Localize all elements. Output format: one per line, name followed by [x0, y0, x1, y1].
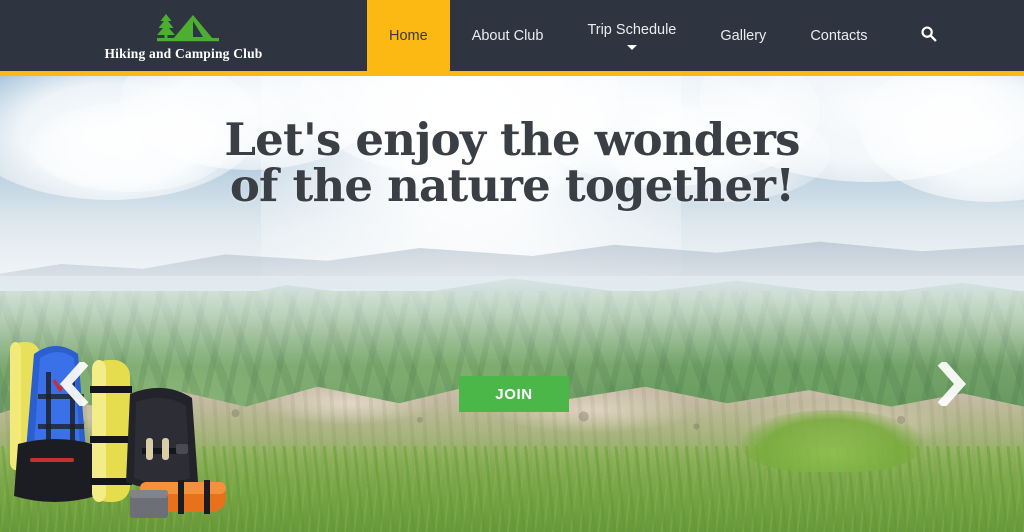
nav-item-label: Home [389, 27, 428, 44]
nav-item-label: Contacts [810, 27, 868, 44]
chevron-down-icon [626, 44, 637, 50]
slider-prev-button[interactable] [52, 359, 96, 412]
site-header: Hiking and Camping Club Home About Club … [0, 0, 1024, 76]
hero-heading: Let's enjoy the wonders of the nature to… [0, 113, 1024, 213]
site-logo[interactable]: Hiking and Camping Club [0, 0, 367, 71]
nav-item-label: Trip Schedule [587, 21, 677, 38]
hero-heading-line-1: Let's enjoy the wonders [224, 113, 800, 166]
join-button[interactable]: JOIN [459, 376, 569, 412]
nav-item-label: Gallery [720, 27, 767, 44]
search-button[interactable] [890, 0, 955, 71]
page-root: Hiking and Camping Club Home About Club … [0, 0, 1024, 532]
slider-next-button[interactable] [930, 359, 974, 412]
backpacks-photo-element [0, 332, 244, 532]
chevron-left-icon [59, 359, 89, 411]
nav-item-home[interactable]: Home [367, 0, 450, 71]
nav-item-gallery[interactable]: Gallery [698, 0, 788, 71]
tent-and-pine-tree-icon [141, 11, 227, 43]
brand-name: Hiking and Camping Club [104, 46, 263, 61]
main-navigation: Home About Club Trip Schedule Gallery Co… [367, 0, 955, 71]
foreground-bush [742, 410, 922, 472]
nav-item-label: About Club [471, 27, 544, 44]
nav-item-about-club[interactable]: About Club [450, 0, 566, 71]
hero-slider: Let's enjoy the wonders of the nature to… [0, 76, 1024, 532]
nav-item-contacts[interactable]: Contacts [788, 0, 889, 71]
nav-item-trip-schedule[interactable]: Trip Schedule [565, 0, 698, 71]
chevron-right-icon [937, 359, 967, 411]
hero-heading-line-2: of the nature together! [229, 159, 795, 213]
search-icon [920, 25, 937, 47]
